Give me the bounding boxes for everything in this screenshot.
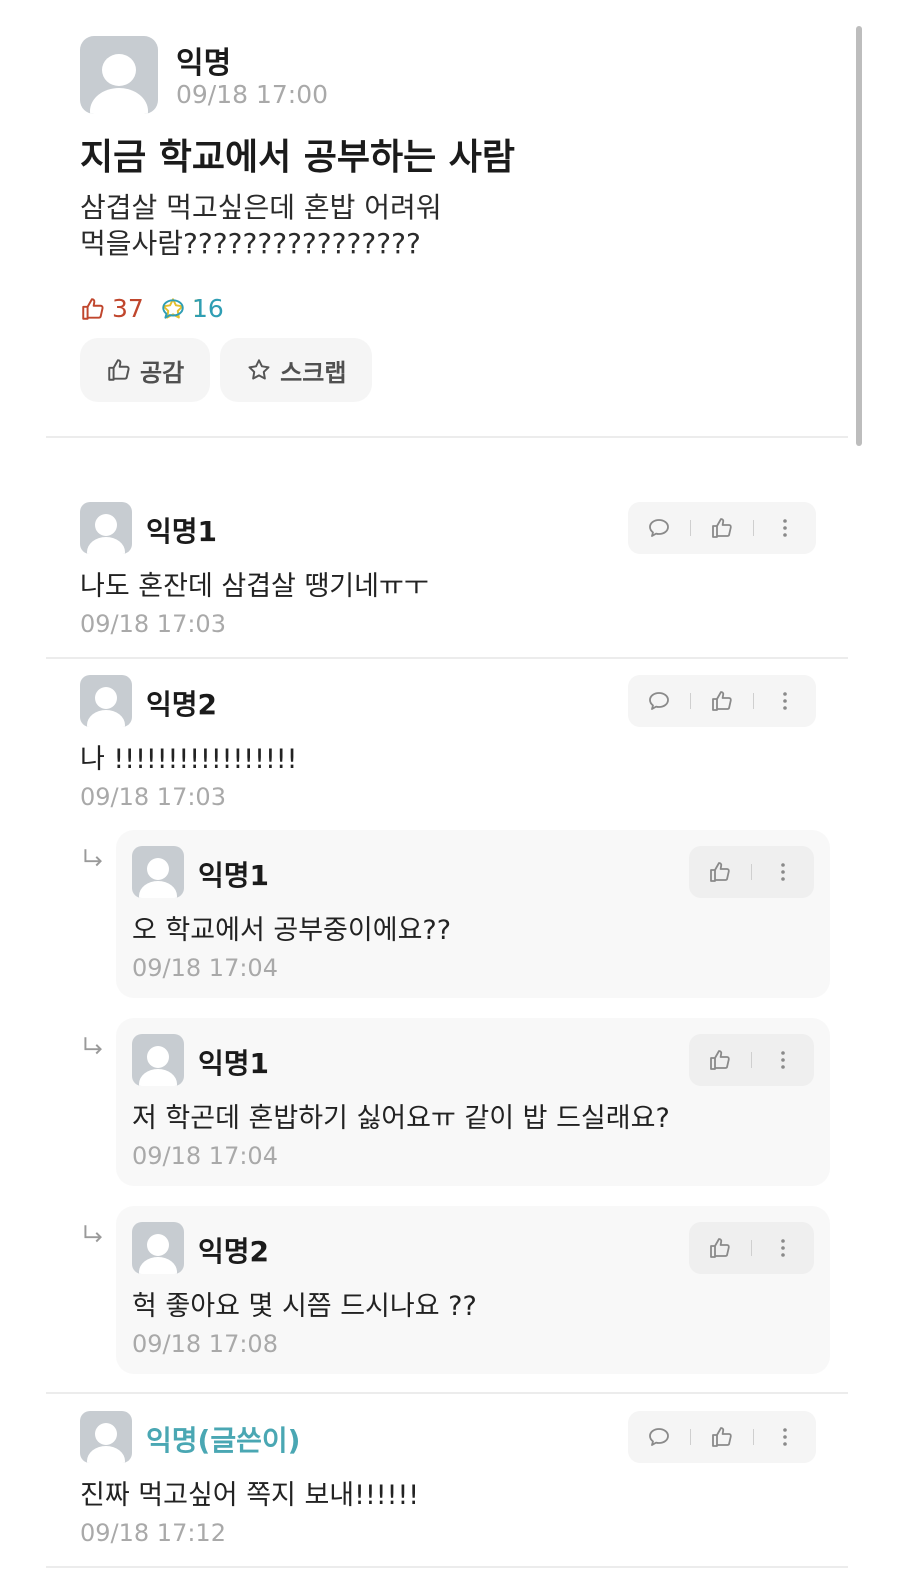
vertical-dots-icon	[783, 692, 787, 710]
comment-author: 익명2	[146, 688, 218, 721]
vertical-dots-icon	[783, 1428, 787, 1446]
speech-bubble-icon	[649, 519, 669, 537]
more-button[interactable]	[754, 1411, 816, 1463]
reply-arrow-icon	[80, 1034, 106, 1064]
thumbs-up-icon	[710, 1238, 730, 1258]
speech-bubble-icon	[649, 692, 669, 710]
reply-arrow-icon	[80, 846, 106, 876]
reply: 익명1 오 학교에서 공부중이에요?? 09/18 17:04	[116, 830, 830, 998]
vertical-dots-icon	[783, 519, 787, 537]
speech-bubble-icon	[649, 1428, 669, 1446]
divider	[46, 657, 848, 659]
reply-toolbar	[689, 1222, 814, 1274]
post-body-line: 삼겹살 먹고싶은데 혼밥 어려워	[80, 191, 442, 224]
reply-text: 오 학교에서 공부중이에요??	[132, 915, 452, 946]
star-icon	[248, 359, 270, 380]
comment-toolbar	[628, 1411, 816, 1463]
post-actions: 공감 스크랩	[80, 338, 382, 402]
vertical-dots-icon	[781, 1051, 785, 1069]
reply-date: 09/18 17:08	[132, 1330, 278, 1358]
thumbs-up-icon	[108, 359, 130, 381]
reply-date: 09/18 17:04	[132, 954, 278, 982]
divider	[46, 1392, 848, 1394]
comment-author: 익명(글쓴이)	[146, 1424, 301, 1457]
post-title: 지금 학교에서 공부하는 사람	[80, 137, 516, 178]
reply-toolbar	[689, 1034, 814, 1086]
comment-text: 진짜 먹고싶어 쪽지 보내!!!!!!	[80, 1480, 420, 1511]
thumbs-up-icon	[712, 691, 732, 711]
post-stats: 37 16 1	[80, 294, 224, 323]
comment: 익명(글쓴이) 진짜 먹고싶어 쪽지 보내!!!!!! 09/18 17:12	[80, 1411, 816, 1551]
vertical-dots-icon	[781, 1239, 785, 1257]
comment-date: 09/18 17:12	[80, 1519, 226, 1547]
scrollbar[interactable]	[856, 26, 862, 446]
comment-toolbar	[628, 675, 816, 727]
reply-toolbar	[689, 846, 814, 898]
reply-like-button[interactable]	[689, 846, 751, 898]
reply: 익명1 저 학곤데 혼밥하기 싫어요ㅠ 같이 밥 드실래요? 09/18 17:…	[116, 1018, 830, 1186]
reply-author: 익명2	[198, 1235, 270, 1268]
more-button[interactable]	[752, 846, 814, 898]
like-count: 37	[80, 294, 144, 323]
reply: 익명2 헉 좋아요 몇 시쯤 드시나요 ?? 09/18 17:08	[116, 1206, 830, 1374]
avatar	[80, 1411, 132, 1463]
speech-bubble-icon	[162, 298, 184, 319]
comment-date: 09/18 17:03	[80, 610, 226, 638]
comment-like-button[interactable]	[691, 502, 753, 554]
reply-author: 익명1	[198, 859, 270, 892]
post-author: 익명	[176, 46, 232, 81]
reply-like-button[interactable]	[689, 1222, 751, 1274]
comment-text: 나 !!!!!!!!!!!!!!!!!	[80, 744, 298, 775]
comment-author: 익명1	[146, 515, 218, 548]
reply-date: 09/18 17:04	[132, 1142, 278, 1170]
reply-like-button[interactable]	[689, 1034, 751, 1086]
like-button[interactable]: 공감	[80, 338, 211, 402]
thumbs-up-icon	[712, 518, 732, 538]
avatar	[80, 36, 158, 114]
avatar	[132, 846, 184, 898]
post-body-line: 먹을사람????????????????	[80, 227, 421, 260]
reply-text: 헉 좋아요 몇 시쯤 드시나요 ??	[132, 1291, 477, 1322]
more-button[interactable]	[752, 1222, 814, 1274]
post-date: 09/18 17:00	[176, 80, 329, 109]
more-button[interactable]	[752, 1034, 814, 1086]
more-button[interactable]	[754, 502, 816, 554]
post-body: 삼겹살 먹고싶은데 혼밥 어려워 먹을사람????????????????	[80, 190, 840, 262]
thumbs-up-icon	[710, 862, 730, 882]
comment: 익명1 나도 혼잔데 삼겹살 땡기네ㅠㅜ 09/18 17:03	[80, 502, 816, 642]
reply-button[interactable]	[628, 502, 690, 554]
vertical-dots-icon	[781, 863, 785, 881]
comment-like-button[interactable]	[691, 1411, 753, 1463]
reply-text: 저 학곤데 혼밥하기 싫어요ㅠ 같이 밥 드실래요?	[132, 1103, 670, 1134]
reply-author: 익명1	[198, 1047, 270, 1080]
thumbs-up-icon	[82, 297, 104, 320]
reply-arrow-icon	[80, 1222, 106, 1252]
avatar	[132, 1034, 184, 1086]
comment-like-button[interactable]	[691, 675, 753, 727]
avatar	[80, 675, 132, 727]
avatar	[80, 502, 132, 554]
divider	[46, 1566, 848, 1568]
comment-count: 16	[160, 294, 896, 323]
thumbs-up-icon	[710, 1050, 730, 1070]
comment-text: 나도 혼잔데 삼겹살 땡기네ㅠㅜ	[80, 571, 429, 602]
comment: 익명2 나 !!!!!!!!!!!!!!!!! 09/18 17:03	[80, 675, 816, 815]
reply-button[interactable]	[628, 1411, 690, 1463]
scrap-button[interactable]: 스크랩	[220, 338, 373, 402]
thumbs-up-icon	[712, 1427, 732, 1447]
comment-date: 09/18 17:03	[80, 783, 226, 811]
comment-toolbar	[628, 502, 816, 554]
reply-button[interactable]	[628, 675, 690, 727]
divider	[46, 436, 848, 438]
avatar	[132, 1222, 184, 1274]
more-button[interactable]	[754, 675, 816, 727]
